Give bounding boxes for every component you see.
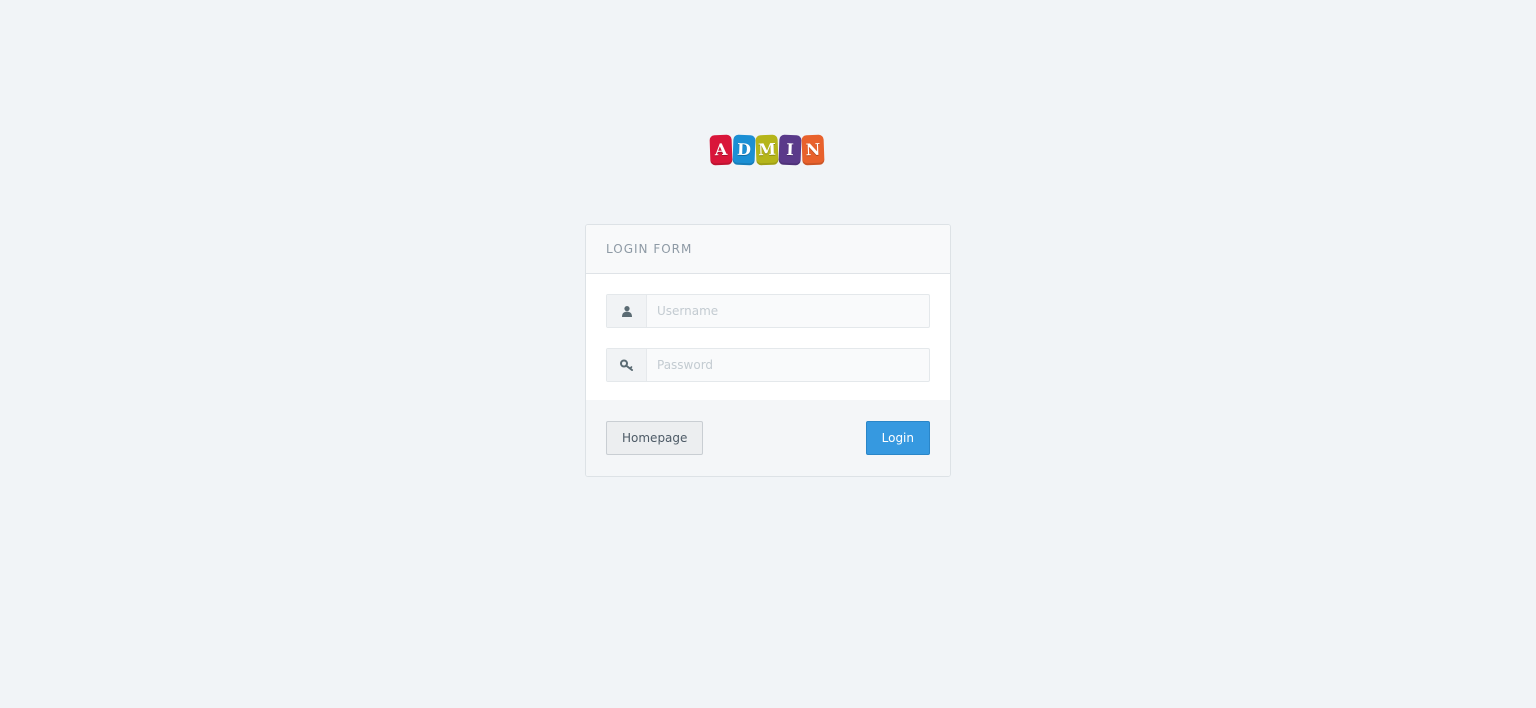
login-form-body (586, 274, 950, 402)
username-group (606, 294, 930, 328)
login-panel-heading: LOGIN FORM (586, 225, 950, 274)
user-icon (607, 295, 647, 327)
login-form-title: LOGIN FORM (606, 242, 693, 256)
homepage-button[interactable]: Homepage (606, 421, 704, 455)
login-panel: LOGIN FORM Username Homepage Login (585, 224, 951, 477)
logo-letter-n: N (801, 134, 825, 166)
logo-letter-d: D (732, 134, 756, 166)
logo-letter-i: I (778, 134, 802, 166)
admin-logo: A D M I N (709, 134, 825, 166)
logo-letter-a: A (709, 134, 733, 166)
key-icon (607, 349, 647, 381)
login-button[interactable]: Login (865, 421, 930, 455)
username-input[interactable] (647, 295, 929, 327)
login-page: A D M I N LOGIN FORM Username Homepage L… (0, 0, 1536, 708)
password-input[interactable] (647, 349, 929, 381)
login-panel-footer: Homepage Login (586, 400, 950, 476)
password-group (606, 348, 930, 382)
logo-letter-m: M (755, 134, 779, 166)
